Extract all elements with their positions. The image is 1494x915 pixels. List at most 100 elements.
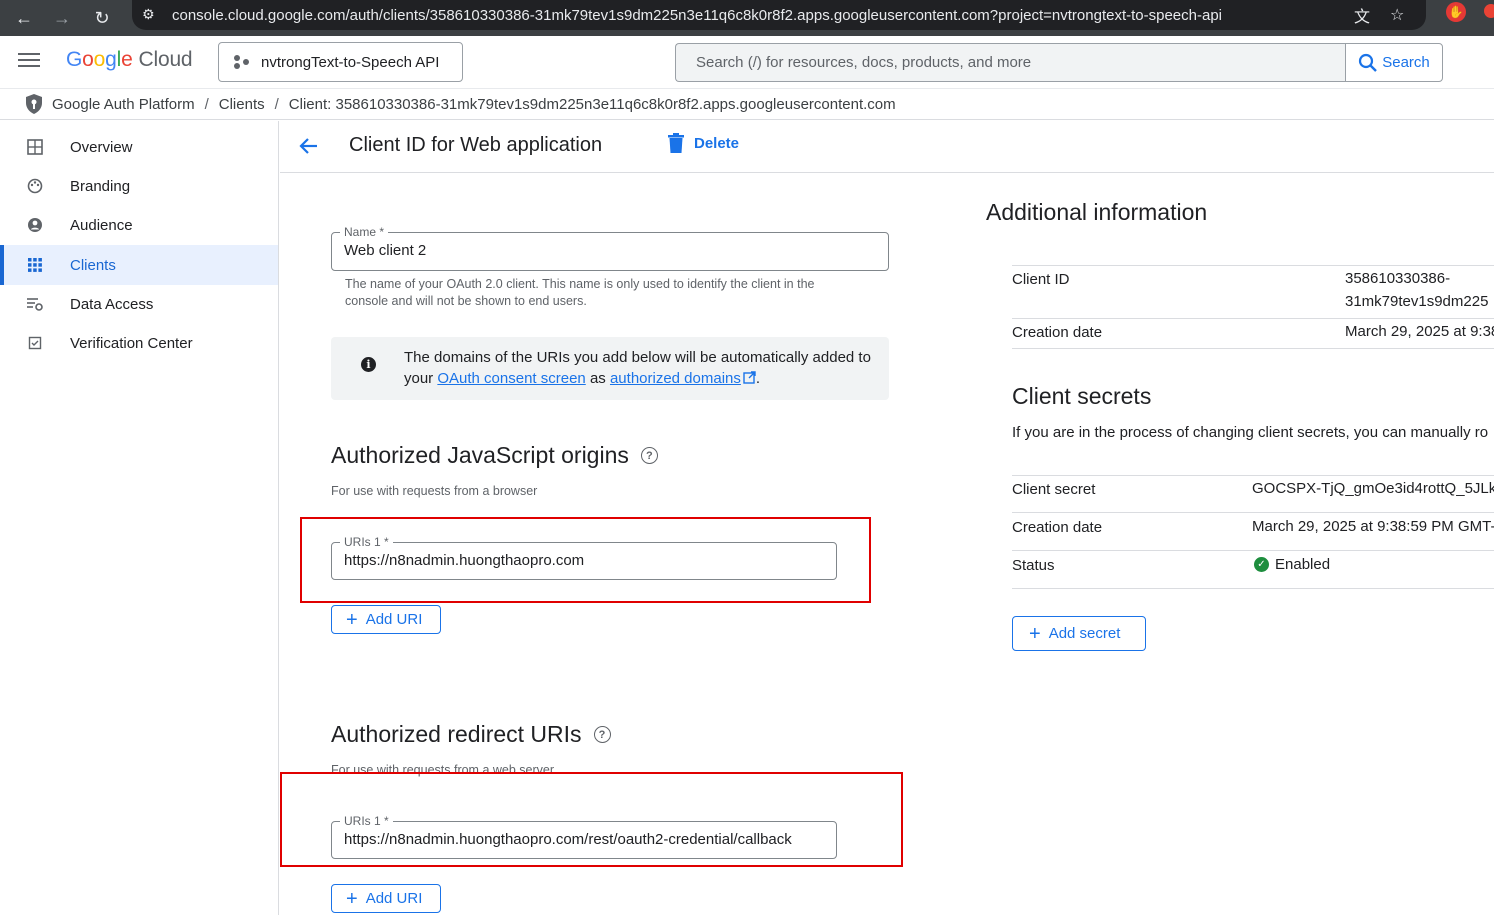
add-redirect-uri-button[interactable]: + Add URI [331,884,441,913]
creation-date-key: Creation date [1012,324,1103,341]
data-access-icon [26,295,44,313]
name-field-label: Name * [340,225,389,239]
js-origins-title: Authorized JavaScript origins ? [331,442,658,469]
browser-chrome: ← → ↻ ⚙ console.cloud.google.com/auth/cl… [0,0,1494,36]
search-button-label: Search [1382,54,1430,71]
client-secret-value: GOCSPX-TjQ_gmOe3id4rottQ_5JLk3 [1252,480,1494,497]
external-link-icon [743,371,756,384]
back-nav-icon[interactable]: ← [10,0,38,36]
domains-info-text: The domains of the URIs you add below wi… [404,349,871,387]
uri-value: https://n8nadmin.huongthaopro.com [344,552,585,569]
domains-info-banner: i The domains of the URIs you add below … [331,337,889,400]
breadcrumb-clients[interactable]: Clients [219,96,265,113]
site-info-icon[interactable]: ⚙ [142,6,160,24]
name-field-value: Web client 2 [344,242,427,259]
search-icon [1359,53,1378,72]
extension-icon[interactable]: ✋ [1446,2,1466,22]
plus-icon: + [346,608,358,631]
breadcrumb-separator: / [274,95,279,113]
sidebar: Overview Branding Audience Clients Data … [0,121,279,915]
creation-date-value: March 29, 2025 at 9:38 [1345,323,1494,340]
sidebar-item-data-access[interactable]: Data Access [0,284,278,324]
sidebar-item-label: Verification Center [70,334,193,352]
client-secrets-description: If you are in the process of changing cl… [1012,424,1489,441]
uri-label: URIs 1 * [340,814,393,828]
breadcrumb-client-id: Client: 358610330386-31mk79tev1s9dm225n3… [288,95,896,113]
menu-icon[interactable] [18,50,40,70]
trash-icon [668,133,684,153]
checkbox-icon [26,334,44,352]
divider [1012,512,1494,513]
divider [1012,348,1494,349]
js-origin-uri-input[interactable]: URIs 1 * https://n8nadmin.huongthaopro.c… [331,535,837,580]
client-secrets-title: Client secrets [1012,383,1152,409]
sidebar-item-audience[interactable]: Audience [0,205,278,245]
plus-icon: + [1029,622,1041,645]
divider [1012,588,1494,589]
address-bar[interactable]: ⚙ console.cloud.google.com/auth/clients/… [132,0,1426,30]
back-arrow-icon[interactable] [298,135,320,163]
page-header: Client ID for Web application Delete [280,121,1494,173]
name-field-hint: The name of your OAuth 2.0 client. This … [345,277,815,308]
delete-button[interactable]: Delete [668,133,739,153]
person-icon [26,216,44,234]
palette-icon [26,177,44,195]
breadcrumb-separator: / [204,95,209,113]
breadcrumb: Google Auth Platform / Clients / Client:… [0,88,1494,120]
check-circle-icon: ✓ [1254,557,1269,572]
divider [1012,475,1494,476]
divider [1012,318,1494,319]
secret-creation-date-value: March 29, 2025 at 9:38:59 PM GMT- [1252,518,1494,535]
sidebar-item-label: Branding [70,177,131,195]
sidebar-item-label: Clients [70,256,116,274]
sidebar-item-verification-center[interactable]: Verification Center [0,323,278,363]
sidebar-item-branding[interactable]: Branding [0,166,278,206]
search-input[interactable]: Search (/) for resources, docs, products… [675,43,1346,82]
project-selector[interactable]: nvtrongText-to-Speech API [218,42,463,82]
redirect-uris-title: Authorized redirect URIs ? [331,721,611,748]
reload-icon[interactable]: ↻ [88,0,116,36]
google-cloud-logo[interactable]: Google Cloud [66,48,193,72]
help-icon[interactable]: ? [593,726,611,743]
sidebar-item-label: Data Access [70,295,154,313]
search-placeholder: Search (/) for resources, docs, products… [696,54,1032,71]
project-name: nvtrongText-to-Speech API [261,53,440,71]
breadcrumb-auth-platform[interactable]: Google Auth Platform [52,96,195,113]
oauth-consent-screen-link[interactable]: OAuth consent screen [437,370,585,387]
grid-icon [26,256,44,274]
redirect-uri-input[interactable]: URIs 1 * https://n8nadmin.huongthaopro.c… [331,814,837,859]
console-header: Google Cloud nvtrongText-to-Speech API Se… [0,36,1494,88]
translate-icon[interactable]: ⽂ [1354,0,1370,30]
client-id-value: 358610330386- 31mk79tev1s9dm225 [1345,270,1489,310]
help-icon[interactable]: ? [640,447,658,464]
forward-nav-icon[interactable]: → [48,0,76,36]
search-button[interactable]: Search [1345,43,1443,82]
url-text: console.cloud.google.com/auth/clients/35… [172,6,1223,24]
add-secret-button[interactable]: + Add secret [1012,616,1146,651]
dashboard-icon [26,138,44,156]
name-field[interactable]: Name * Web client 2 [331,225,889,271]
divider [1012,550,1494,551]
page-title: Client ID for Web application [349,134,603,156]
authorized-domains-link[interactable]: authorized domains [610,370,741,387]
uri-value: https://n8nadmin.huongthaopro.com/rest/o… [344,831,792,848]
sidebar-item-label: Overview [70,138,133,156]
plus-icon: + [346,887,358,910]
profile-extension-icon[interactable] [1484,4,1494,18]
status-key: Status [1012,557,1055,574]
secret-creation-date-key: Creation date [1012,519,1103,536]
uri-label: URIs 1 * [340,535,393,549]
sidebar-item-overview[interactable]: Overview [0,127,278,167]
delete-label: Delete [694,134,740,152]
add-js-origin-uri-button[interactable]: + Add URI [331,605,441,634]
shield-icon [26,94,42,114]
project-icon [233,53,251,71]
sidebar-item-clients[interactable]: Clients [0,245,278,285]
js-origins-subtitle: For use with requests from a browser [331,484,538,498]
sidebar-item-label: Audience [70,216,133,234]
info-icon: i [361,357,376,372]
bookmark-star-icon[interactable]: ☆ [1390,0,1404,30]
status-badge: ✓ Enabled [1254,556,1330,573]
additional-info-title: Additional information [986,199,1208,225]
divider [1012,265,1494,266]
